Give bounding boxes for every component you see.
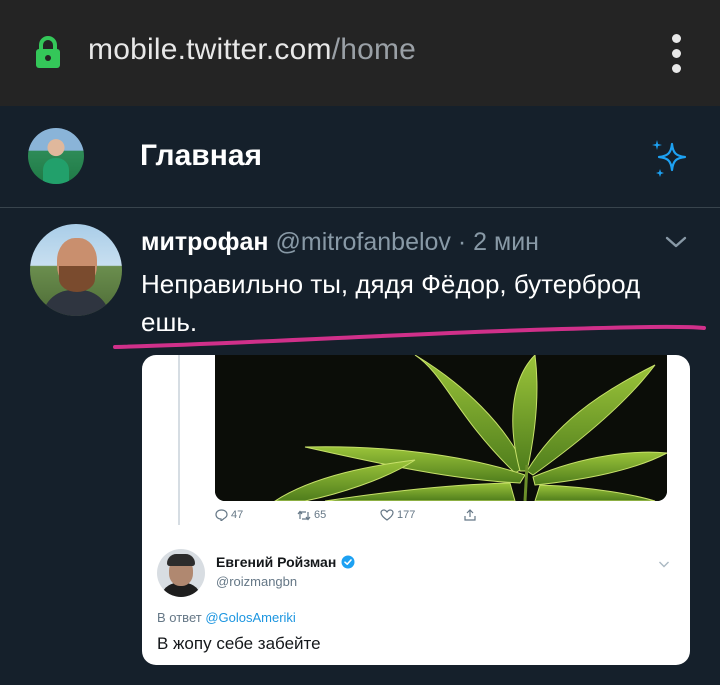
reply-mention-link[interactable]: @GolosAmeriki <box>205 610 296 625</box>
retweet-count: 65 <box>314 509 327 521</box>
reply-prefix: В ответ <box>157 610 202 625</box>
url-host: mobile.twitter.com <box>88 33 332 66</box>
quoted-author-name[interactable]: Евгений Ройзман <box>216 554 336 570</box>
embedded-image[interactable]: 47 65 177 Евгений Ройзман @roizmangbn В … <box>142 355 690 665</box>
url-field[interactable]: mobile.twitter.com/home <box>88 33 416 67</box>
cannabis-leaf-illustration <box>215 355 667 501</box>
profile-avatar[interactable] <box>28 128 84 184</box>
tweet[interactable]: митрофан @mitrofanbelov · 2 мин Неправил… <box>0 208 720 685</box>
chevron-down-icon[interactable] <box>664 232 688 252</box>
author-handle[interactable]: @mitrofanbelov <box>275 228 450 256</box>
reply-icon <box>215 509 228 523</box>
embedded-tweet-actions: 47 65 177 <box>215 509 515 529</box>
separator: · <box>457 228 467 256</box>
quoted-author-avatar[interactable] <box>157 549 205 597</box>
author-name[interactable]: митрофан <box>141 228 269 256</box>
more-vert-icon[interactable] <box>664 34 688 74</box>
author-avatar[interactable] <box>30 224 122 316</box>
retweet-icon <box>297 510 311 521</box>
page-title: Главная <box>140 139 263 172</box>
sparkle-icon[interactable] <box>648 136 692 180</box>
share-icon <box>464 509 476 521</box>
share-action[interactable] <box>464 509 479 521</box>
browser-address-bar: mobile.twitter.com/home <box>0 0 720 106</box>
url-path: /home <box>331 33 417 66</box>
reply-action[interactable]: 47 <box>215 509 244 523</box>
verified-badge-icon <box>341 555 355 569</box>
quoted-author-handle[interactable]: @roizmangbn <box>216 574 297 589</box>
reply-context: В ответ @GolosAmeriki <box>157 610 296 625</box>
retweet-action[interactable]: 65 <box>297 509 326 521</box>
thread-line <box>178 355 180 525</box>
hand-drawn-underline <box>113 324 706 349</box>
heart-icon <box>380 509 394 521</box>
quoted-tweet-text: В жопу себе забейте <box>157 634 321 653</box>
tweet-header: митрофан @mitrofanbelov · 2 мин <box>141 228 539 257</box>
reply-count: 47 <box>231 509 244 521</box>
quoted-chevron-down-icon[interactable] <box>658 560 670 569</box>
lock-icon <box>36 36 60 68</box>
twitter-header: Главная <box>0 106 720 208</box>
leaf-photo <box>215 355 667 501</box>
like-count: 177 <box>397 509 416 521</box>
like-action[interactable]: 177 <box>380 509 415 521</box>
tweet-time[interactable]: 2 мин <box>473 228 539 256</box>
